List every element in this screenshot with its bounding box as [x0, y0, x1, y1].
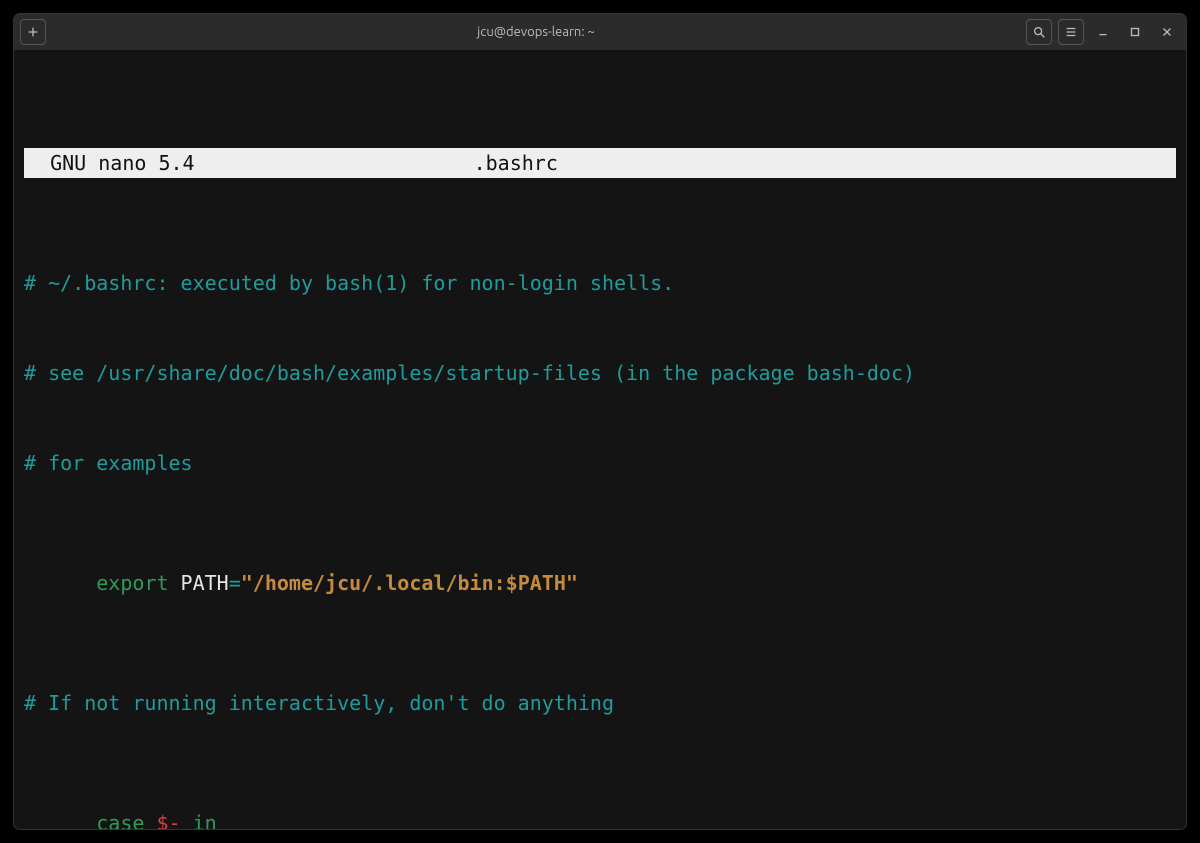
- terminal-viewport[interactable]: GNU nano 5.4 .bashrc # ~/.bashrc: execut…: [14, 50, 1186, 829]
- nano-filename: .bashrc: [474, 148, 895, 178]
- search-icon: [1032, 25, 1046, 39]
- editor-line: # If not running interactively, don't do…: [24, 691, 614, 715]
- maximize-button[interactable]: [1122, 19, 1148, 45]
- search-button[interactable]: [1026, 19, 1052, 45]
- window-titlebar: jcu@devops-learn: ~: [14, 14, 1186, 50]
- nano-app-version: GNU nano 5.4: [50, 148, 195, 178]
- window-controls: [1026, 19, 1180, 45]
- plus-icon: [26, 25, 40, 39]
- editor-line: # for examples: [24, 451, 193, 475]
- close-button[interactable]: [1154, 19, 1180, 45]
- nano-header: GNU nano 5.4 .bashrc: [24, 148, 1176, 178]
- minimize-icon: [1096, 25, 1110, 39]
- close-icon: [1160, 25, 1174, 39]
- terminal-window: jcu@devops-learn: ~ GNU nano 5.4 .b: [14, 14, 1186, 829]
- window-title: jcu@devops-learn: ~: [46, 25, 1026, 39]
- minimize-button[interactable]: [1090, 19, 1116, 45]
- keyword-case: case: [96, 811, 144, 829]
- maximize-icon: [1128, 25, 1142, 39]
- new-tab-button[interactable]: [20, 19, 46, 45]
- editor-line: # see /usr/share/doc/bash/examples/start…: [24, 361, 915, 385]
- keyword-export: export: [96, 571, 168, 595]
- hamburger-icon: [1064, 25, 1078, 39]
- menu-button[interactable]: [1058, 19, 1084, 45]
- editor-line: # ~/.bashrc: executed by bash(1) for non…: [24, 271, 674, 295]
